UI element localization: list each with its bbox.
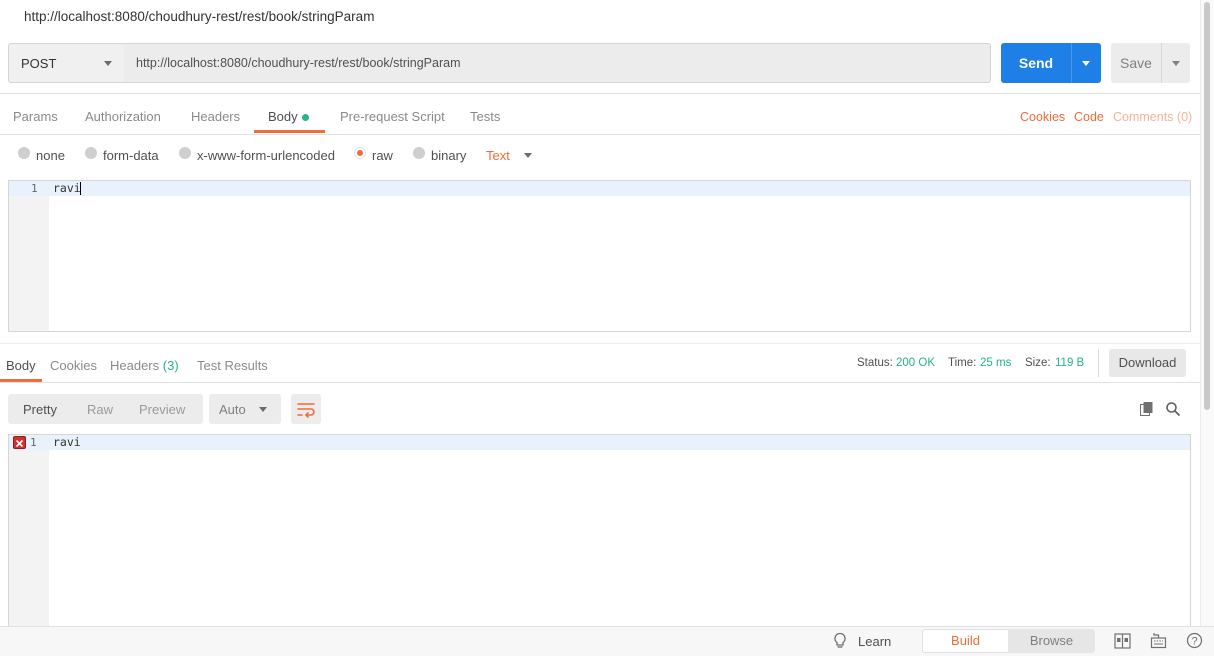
view-preview-button[interactable]: Preview [139,402,185,417]
method-label: POST [21,56,57,71]
comments-link[interactable]: Comments (0) [1113,110,1192,124]
view-raw-button[interactable]: Raw [87,402,113,417]
radio-form-data[interactable] [85,147,97,159]
radio-binary[interactable] [413,147,425,159]
line-number: 1 [30,436,37,449]
chevron-down-icon [1172,61,1180,66]
search-icon[interactable] [1165,401,1181,417]
url-input[interactable]: http://localhost:8080/choudhury-rest/res… [124,43,991,83]
view-mode-group: Pretty Raw Preview [8,394,203,424]
response-tab-body[interactable]: Body [6,358,36,373]
active-line-highlight [9,181,1190,196]
tab-headers[interactable]: Headers [191,109,240,124]
svg-text:?: ? [1191,636,1197,648]
browse-toggle[interactable]: Browse [1008,629,1095,653]
divider [0,134,1200,135]
build-toggle[interactable]: Build [922,629,1009,653]
radio-urlencoded-label[interactable]: x-www-form-urlencoded [197,148,335,163]
divider [0,93,1200,94]
send-options-button[interactable] [1071,43,1101,83]
code-link[interactable]: Code [1074,110,1104,124]
active-tab-indicator [254,130,325,133]
radio-none-label[interactable]: none [36,148,65,163]
status-label: Status: [857,357,893,369]
chevron-down-icon[interactable] [524,153,532,158]
status-value[interactable]: 200 OK [896,357,935,369]
tab-authorization[interactable]: Authorization [85,109,161,124]
cookies-link[interactable]: Cookies [1020,110,1065,124]
response-body-text: ravi [53,435,81,449]
chevron-down-icon [104,61,112,66]
tab-pre-request-script[interactable]: Pre-request Script [340,109,445,124]
close-icon [15,439,24,448]
divider [1098,349,1099,377]
time-label: Time: [948,357,977,369]
response-tab-test-results[interactable]: Test Results [197,358,268,373]
response-tab-headers-label: Headers [110,358,160,373]
chevron-down-icon [259,407,267,412]
radio-form-data-label[interactable]: form-data [103,148,159,163]
tab-params[interactable]: Params [13,109,58,124]
line-gutter [9,181,49,331]
format-select[interactable]: Auto [209,394,281,424]
method-select[interactable]: POST [8,43,125,83]
response-body-viewer[interactable]: 1 ravi [8,434,1191,634]
wrap-lines-button[interactable] [291,394,321,424]
tab-body[interactable]: Body [268,109,298,124]
radio-none[interactable] [18,147,30,159]
format-select-label: Auto [219,402,246,417]
url-value: http://localhost:8080/choudhury-rest/res… [136,56,461,70]
download-button[interactable]: Download [1109,349,1186,377]
save-options-button[interactable] [1161,43,1190,83]
time-value[interactable]: 25 ms [980,357,1011,369]
radio-raw-label[interactable]: raw [372,148,393,163]
radio-raw[interactable] [354,147,366,159]
raw-format-select[interactable]: Text [486,148,510,163]
request-title: http://localhost:8080/choudhury-rest/res… [24,9,375,24]
radio-binary-label[interactable]: binary [431,148,466,163]
lightbulb-icon[interactable] [833,632,847,650]
view-pretty-button[interactable]: Pretty [23,402,57,417]
active-line-highlight [9,435,1190,450]
send-button[interactable]: Send [1001,43,1071,83]
chevron-down-icon [1082,61,1090,66]
size-label: Size: [1025,357,1051,369]
response-tab-headers[interactable]: Headers (3) [110,358,179,373]
copy-icon[interactable] [1139,401,1155,417]
line-gutter [9,435,49,633]
scrollbar-thumb[interactable] [1204,2,1210,410]
text-cursor [80,182,81,195]
wrap-lines-icon [297,403,315,418]
size-value[interactable]: 119 B [1055,357,1084,369]
request-body-editor[interactable]: 1 ravi [8,180,1191,332]
keyboard-shortcuts-icon[interactable] [1150,632,1167,649]
help-icon[interactable]: ? [1186,632,1203,649]
radio-urlencoded[interactable] [179,147,191,159]
learn-link[interactable]: Learn [858,634,891,649]
divider [0,343,1200,344]
save-button[interactable]: Save [1111,43,1161,83]
two-pane-view-icon[interactable] [1114,633,1131,649]
body-indicator-dot [302,114,309,121]
request-body-text[interactable]: ravi [53,181,81,196]
tab-tests[interactable]: Tests [470,109,500,124]
line-number: 1 [31,182,38,195]
error-marker-icon [13,436,26,449]
divider [0,382,1200,383]
headers-count-badge: (3) [162,358,179,373]
response-tab-cookies[interactable]: Cookies [50,358,97,373]
